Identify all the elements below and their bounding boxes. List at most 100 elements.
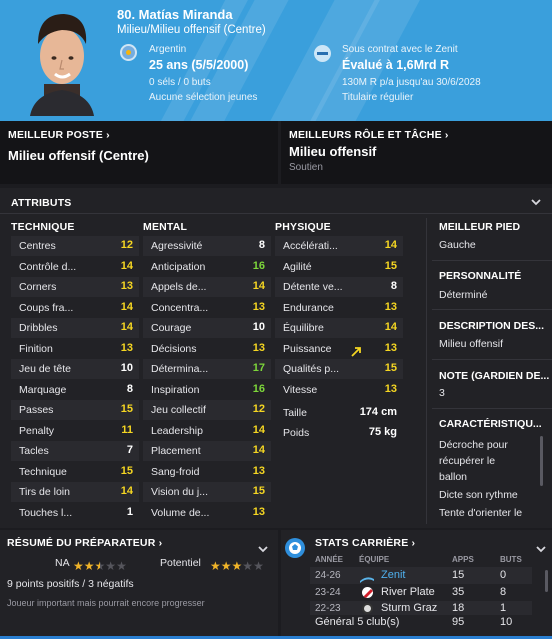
attribute-row[interactable]: Agressivité 8	[143, 236, 271, 256]
attribute-row[interactable]: Coups fra... 14	[11, 298, 139, 318]
career-row[interactable]: 24-26 Zenit 15 0	[310, 567, 532, 584]
attribute-value: 13	[252, 341, 265, 354]
attributes-title: ATTRIBUTS	[11, 197, 72, 209]
attribute-row[interactable]: Leadership 14	[143, 421, 271, 441]
career-apps: 35	[452, 586, 465, 598]
career-row[interactable]: 22-23 Sturm Graz 18 1	[310, 601, 532, 615]
nationality[interactable]: Argentin	[149, 44, 186, 55]
attribute-name: Dribbles	[19, 322, 58, 334]
best-role-panel[interactable]: MEILLEURS RÔLE ET TÂCHE › Milieu offensi…	[281, 121, 552, 184]
attribute-value: 15	[120, 464, 133, 477]
attribute-row[interactable]: Volume de... 13	[143, 503, 271, 523]
player-positions: Milieu/Milieu offensif (Centre)	[117, 24, 266, 36]
attribute-name: Anticipation	[151, 260, 206, 273]
attribute-row[interactable]: Centres 12	[11, 236, 139, 256]
height-label: Taille	[283, 407, 307, 419]
attribute-row[interactable]: Accélérati... 14	[275, 236, 403, 256]
attribute-row[interactable]: Passes 15	[11, 400, 139, 420]
career-scrollbar[interactable]	[545, 570, 548, 592]
attribute-row[interactable]: Contrôle d... 14	[11, 257, 139, 277]
attribute-value: 13	[384, 341, 397, 354]
career-goals: 0	[500, 569, 507, 581]
career-total-goals: 10	[500, 616, 513, 628]
attribute-row[interactable]: Détente ve... 8	[275, 277, 403, 297]
attribute-row[interactable]: Concentra... 13	[143, 298, 271, 318]
attribute-value: 17	[252, 362, 265, 374]
attribute-row[interactable]: Qualités p... 15	[275, 359, 403, 379]
attribute-row[interactable]: Agilité 15	[275, 257, 403, 277]
attribute-value: 16	[252, 382, 265, 395]
career-year: 23-24	[315, 587, 341, 598]
attribute-row[interactable]: Appels de... 14	[143, 277, 271, 297]
attribute-row[interactable]: Placement 14	[143, 441, 271, 461]
best-foot-title: MEILLEUR PIED	[439, 221, 521, 233]
divider	[432, 260, 552, 261]
attribute-row[interactable]: Marquage 8	[11, 380, 139, 400]
attribute-row[interactable]: Équilibre 14	[275, 318, 403, 338]
attribute-row[interactable]: Vitesse 13	[275, 380, 403, 400]
contract-club[interactable]: Sous contrat avec le Zenit	[342, 44, 458, 55]
career-row[interactable]: 23-24 River Plate 35 8	[310, 584, 532, 601]
attribute-name: Courage	[151, 322, 192, 334]
attribute-value: 15	[384, 259, 397, 272]
mental-title: MENTAL	[143, 221, 188, 233]
attribute-value: 1	[126, 505, 133, 518]
career-total-apps: 95	[452, 616, 465, 628]
attribute-row[interactable]: Technique 15	[11, 462, 139, 482]
attribute-value: 13	[252, 505, 265, 518]
attribute-row[interactable]: Finition 13	[11, 339, 139, 359]
youth-caps: Aucune sélection jeunes	[149, 92, 258, 103]
physical-title: PHYSIQUE	[275, 221, 331, 233]
height-row: Taille 174 cm	[275, 403, 403, 423]
attribute-row[interactable]: Sang-froid 13	[143, 462, 271, 482]
career-header-apps: APPS	[452, 555, 474, 564]
attribute-row[interactable]: Tirs de loin 14	[11, 482, 139, 502]
attribute-row[interactable]: Penalty 11	[11, 421, 139, 441]
attribute-row[interactable]: Touches l... 1	[11, 503, 139, 523]
attribute-row[interactable]: Jeu de tête 10	[11, 359, 139, 379]
attribute-row[interactable]: Dribbles 14	[11, 318, 139, 338]
attribute-value: 14	[252, 444, 265, 456]
best-position-label[interactable]: MEILLEUR POSTE ›	[8, 129, 110, 141]
attribute-row[interactable]: Corners 13	[11, 277, 139, 297]
squad-status: Titulaire régulier	[342, 92, 414, 103]
attribute-row[interactable]: Courage 10	[143, 318, 271, 338]
star-icon: ★	[220, 559, 232, 573]
attribute-value: 8	[258, 239, 265, 251]
best-position-panel[interactable]: MEILLEUR POSTE › Milieu offensif (Centre…	[0, 121, 278, 184]
best-role-duty: Soutien	[289, 162, 323, 173]
career-team-link[interactable]: Zenit	[381, 569, 405, 581]
attribute-value: 12	[252, 403, 265, 415]
star-icon: ★	[105, 559, 117, 573]
attribute-row[interactable]: Vision du j... 15	[143, 482, 271, 502]
career-team-link[interactable]: Sturm Graz	[381, 602, 437, 614]
career-team-link[interactable]: River Plate	[381, 586, 435, 598]
divider	[0, 213, 552, 214]
attribute-name: Finition	[19, 342, 53, 355]
attribute-row[interactable]: Décisions 13	[143, 339, 271, 359]
best-role-label[interactable]: MEILLEURS RÔLE ET TÂCHE ›	[289, 129, 449, 141]
height-value: 174 cm	[359, 406, 397, 418]
attribute-row[interactable]: Endurance 13	[275, 298, 403, 318]
star-icon: ★	[116, 559, 127, 573]
traits-scrollbar[interactable]	[540, 436, 543, 486]
personality-value: Déterminé	[439, 289, 488, 301]
attribute-row[interactable]: Puissance 13	[275, 339, 403, 359]
sturm-graz-badge-icon	[362, 603, 373, 614]
chevron-down-icon[interactable]	[257, 543, 269, 555]
attribute-value: 13	[384, 382, 397, 395]
coach-report-title[interactable]: RÉSUMÉ DU PRÉPARATEUR ›	[7, 537, 162, 549]
attribute-name: Accélérati...	[283, 240, 338, 252]
star-icon: ★	[253, 559, 264, 573]
player-name-title: 80. Matías Miranda	[117, 7, 233, 22]
attribute-row[interactable]: Inspiration 16	[143, 380, 271, 400]
attribute-row[interactable]: Détermina... 17	[143, 359, 271, 379]
career-year: 22-23	[315, 603, 341, 614]
attribute-row[interactable]: Anticipation 16	[143, 257, 271, 277]
attribute-row[interactable]: Jeu collectif 12	[143, 400, 271, 420]
attribute-row[interactable]: Tacles 7	[11, 441, 139, 461]
chevron-down-icon[interactable]	[535, 543, 547, 555]
career-stats-title[interactable]: STATS CARRIÈRE ›	[315, 537, 415, 549]
chevron-down-icon[interactable]	[530, 196, 542, 208]
attribute-name: Marquage	[19, 383, 67, 396]
